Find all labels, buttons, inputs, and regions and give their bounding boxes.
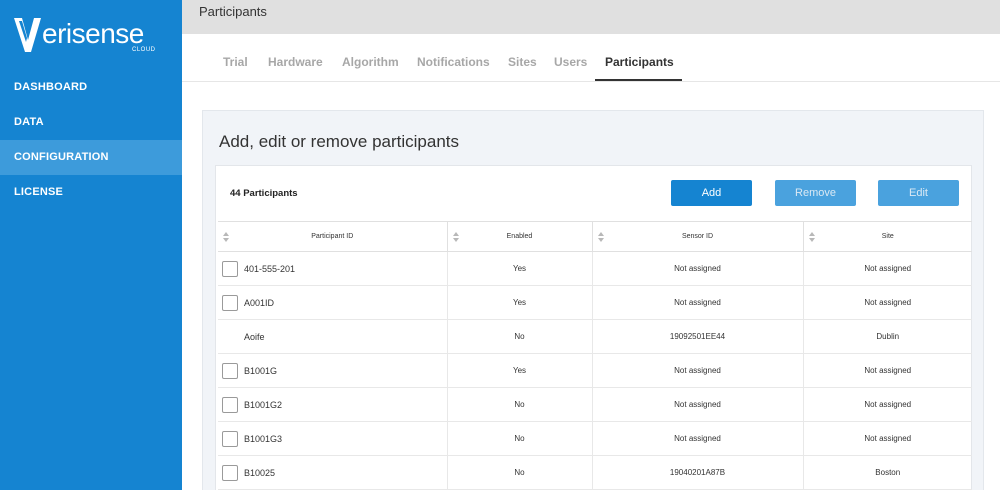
participant-id: B1001G3	[244, 433, 283, 444]
column-header-label: Sensor ID	[681, 233, 714, 240]
column-header-sensor-id[interactable]: Sensor ID	[592, 221, 804, 252]
sensor-id-cell: Not assigned	[592, 421, 804, 456]
participant-id-cell: B1001G	[218, 353, 448, 388]
tab-hardware[interactable]: Hardware	[268, 55, 323, 69]
table-row[interactable]: A001ID Yes Not assigned Not assigned	[218, 285, 972, 320]
column-header-label: Participant ID	[311, 233, 354, 240]
add-button[interactable]: Add	[671, 180, 752, 206]
sidebar-nav: DASHBOARD DATA CONFIGURATION LICENSE	[0, 70, 182, 210]
row-checkbox[interactable]	[222, 464, 238, 481]
sort-icon[interactable]	[597, 232, 605, 242]
enabled-cell: Yes	[447, 285, 593, 320]
row-checkbox[interactable]	[222, 396, 238, 413]
sidebar-item-data[interactable]: DATA	[0, 105, 182, 140]
participant-count: 44 Participants	[230, 188, 298, 199]
row-checkbox[interactable]	[222, 430, 238, 447]
participant-id-cell: B1001G3	[218, 421, 448, 456]
table-row[interactable]: B10025 No 19040201A87B Boston	[218, 455, 972, 490]
sort-icon[interactable]	[808, 232, 816, 242]
sidebar-item-dashboard[interactable]: DASHBOARD	[0, 70, 182, 105]
site-cell: Not assigned	[803, 353, 972, 388]
site-cell: Boston	[803, 455, 972, 490]
participants-panel: Add, edit or remove participants 44 Part…	[202, 110, 984, 490]
row-checkbox[interactable]	[222, 294, 238, 311]
site-cell: Not assigned	[803, 285, 972, 320]
participants-card: 44 Participants Add Remove Edit Particip…	[215, 165, 972, 490]
tab-users[interactable]: Users	[554, 55, 587, 69]
participant-id: B1001G2	[244, 399, 283, 410]
enabled-cell: No	[447, 421, 593, 456]
column-header-participant-id[interactable]: Participant ID	[218, 221, 448, 252]
sidebar: erisense CLOUD DASHBOARD DATA CONFIGURAT…	[0, 0, 182, 490]
participant-id-cell: 401-555-201	[218, 251, 448, 286]
participant-id: B1001G	[244, 365, 278, 376]
edit-button[interactable]: Edit	[878, 180, 959, 206]
participant-id: Aoife	[244, 331, 265, 342]
panel-title: Add, edit or remove participants	[219, 132, 460, 151]
site-cell: Not assigned	[803, 251, 972, 286]
page-title: Participants	[199, 4, 267, 19]
sensor-id-cell: Not assigned	[592, 387, 804, 422]
participant-id-cell: B10025	[218, 455, 448, 490]
column-header-label: Site	[881, 233, 894, 240]
sensor-id-cell: Not assigned	[592, 285, 804, 320]
participant-id: B10025	[244, 467, 276, 478]
tab-trial[interactable]: Trial	[223, 55, 248, 69]
sort-icon[interactable]	[223, 232, 230, 242]
active-tab-indicator	[595, 79, 682, 81]
tab-algorithm[interactable]: Algorithm	[342, 55, 399, 69]
sensor-id-cell: Not assigned	[592, 353, 804, 388]
participants-table: Participant ID Enabled Sensor ID Site 40…	[218, 221, 972, 490]
table-row[interactable]: B1001G3 No Not assigned Not assigned	[218, 421, 972, 456]
sidebar-item-license[interactable]: LICENSE	[0, 175, 182, 210]
logo-wordmark: erisense	[42, 18, 144, 49]
logo-subtext: CLOUD	[132, 47, 156, 53]
participant-id: 401-555-201	[244, 263, 296, 274]
sort-icon[interactable]	[452, 232, 460, 242]
site-cell: Not assigned	[803, 421, 972, 456]
row-checkbox[interactable]	[222, 260, 238, 277]
participant-id: A001ID	[244, 297, 275, 308]
table-row[interactable]: B1001G Yes Not assigned Not assigned	[218, 353, 972, 388]
top-bar: Participants	[182, 0, 1000, 34]
enabled-cell: No	[447, 319, 593, 354]
enabled-cell: No	[447, 387, 593, 422]
tab-participants[interactable]: Participants	[605, 55, 674, 69]
table-row[interactable]: Aoife No 19092501EE44 Dublin	[218, 319, 972, 354]
enabled-cell: Yes	[447, 353, 593, 388]
table-header-row: Participant ID Enabled Sensor ID Site	[218, 221, 972, 252]
table-row[interactable]: B1001G2 No Not assigned Not assigned	[218, 387, 972, 422]
row-checkbox[interactable]	[222, 362, 238, 379]
participant-id-cell: A001ID	[218, 285, 448, 320]
sensor-id-cell: 19092501EE44	[592, 319, 804, 354]
column-header-site[interactable]: Site	[803, 221, 972, 252]
enabled-cell: Yes	[447, 251, 593, 286]
remove-button[interactable]: Remove	[775, 180, 856, 206]
table-row[interactable]: 401-555-201 Yes Not assigned Not assigne…	[218, 251, 972, 286]
sensor-id-cell: Not assigned	[592, 251, 804, 286]
tab-notifications[interactable]: Notifications	[417, 55, 490, 69]
tab-sites[interactable]: Sites	[508, 55, 537, 69]
verisense-logo[interactable]: erisense CLOUD	[14, 14, 156, 56]
site-cell: Dublin	[803, 319, 972, 354]
sensor-id-cell: 19040201A87B	[592, 455, 804, 490]
participant-id-cell: Aoife	[218, 319, 448, 354]
sidebar-item-configuration[interactable]: CONFIGURATION	[0, 140, 182, 175]
column-header-enabled[interactable]: Enabled	[447, 221, 593, 252]
enabled-cell: No	[447, 455, 593, 490]
logo-v-icon	[14, 18, 41, 52]
site-cell: Not assigned	[803, 387, 972, 422]
participant-id-cell: B1001G2	[218, 387, 448, 422]
config-tabs: Trial Hardware Algorithm Notifications S…	[182, 34, 1000, 82]
column-header-label: Enabled	[506, 233, 533, 240]
